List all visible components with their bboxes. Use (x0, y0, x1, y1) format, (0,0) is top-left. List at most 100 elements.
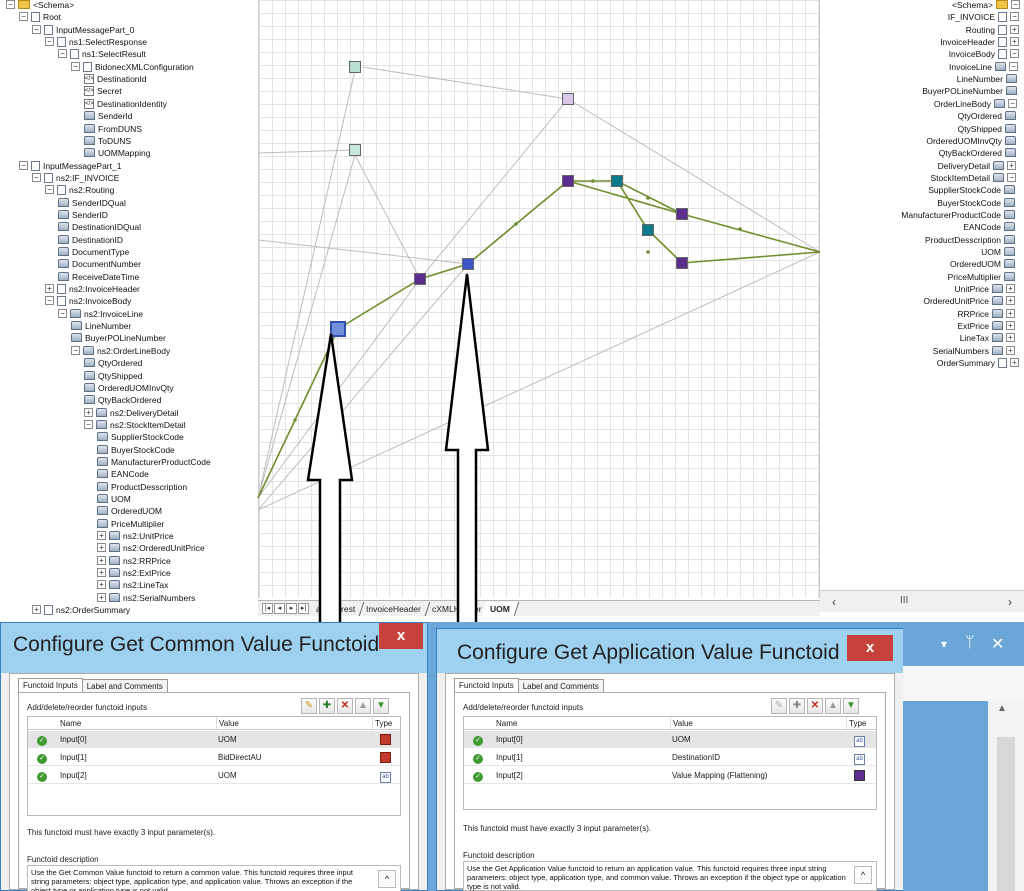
expand-icon[interactable]: + (1007, 160, 1016, 170)
table-row[interactable]: ✓ Input[0] UOM (28, 731, 400, 748)
tab-invoiceheader[interactable]: InvoiceHeader (357, 602, 431, 616)
target-node[interactable]: SerialNumbers + (933, 345, 1015, 357)
target-node[interactable]: OrderedUOM (950, 258, 1015, 270)
expand-icon[interactable]: + (1010, 37, 1019, 47)
target-node[interactable]: InvoiceLine − (949, 61, 1018, 73)
collapse-icon[interactable]: − (32, 24, 41, 34)
target-node[interactable]: BuyerPOLineNumber (922, 85, 1017, 97)
target-node[interactable]: UnitPrice + (955, 283, 1015, 295)
source-node[interactable]: + ns2:DeliveryDetail (84, 407, 179, 419)
target-node[interactable]: DeliveryDetail + (938, 160, 1016, 172)
tab-functoid-inputs[interactable]: Functoid Inputs (454, 678, 519, 693)
collapse-icon[interactable]: − (45, 37, 54, 47)
functoid-logical[interactable] (642, 224, 654, 236)
collapse-icon[interactable]: − (1011, 0, 1020, 9)
target-node[interactable]: BuyerStockCode (937, 197, 1015, 209)
tab-uom[interactable]: UOM (481, 602, 520, 616)
horizontal-scrollbar[interactable]: ‹ III › (820, 590, 1024, 612)
source-node[interactable]: − Root (19, 11, 61, 23)
source-node[interactable]: </> DestinationId (84, 73, 147, 85)
expand-icon[interactable]: + (97, 568, 106, 578)
close-button[interactable]: x (379, 623, 423, 649)
collapse-icon[interactable]: − (58, 308, 67, 318)
source-node[interactable]: ProductDesscription (97, 481, 187, 493)
collapse-icon[interactable]: − (71, 61, 80, 71)
source-node[interactable]: FromDUNS (84, 123, 142, 135)
source-node[interactable]: − ns2:StockItemDetail (84, 419, 186, 431)
source-node[interactable]: − ns2:InvoiceLine (58, 308, 143, 320)
source-node[interactable]: QtyShipped (84, 370, 142, 382)
col-value-header[interactable]: Value (216, 717, 366, 729)
scroll-up-icon[interactable]: ▲ (997, 703, 1007, 714)
edit-icon[interactable]: ✎ (771, 698, 787, 714)
functoid-value-mapping-flattening[interactable] (414, 273, 426, 285)
col-type-header[interactable]: Type (372, 717, 402, 729)
collapse-icon[interactable]: − (32, 172, 41, 182)
inputs-grid[interactable]: Name Value Type ✓ Input[0] UOM ✓ Input[1… (27, 716, 401, 816)
move-up-icon[interactable]: ▲ (825, 698, 841, 714)
source-node[interactable]: − ns2:Routing (45, 184, 114, 196)
tab-label-and-comments[interactable]: Label and Comments (517, 679, 604, 693)
destination-schema-tree[interactable]: <Schema> − IF_INVOICE − Routing + InvoiceHeade… (820, 0, 1024, 590)
source-node[interactable]: + ns2:OrderSummary (32, 604, 130, 616)
target-node[interactable]: <Schema> − (952, 0, 1020, 11)
source-node[interactable]: SenderId (84, 110, 133, 122)
source-node[interactable]: − ns2:OrderLineBody (71, 345, 170, 357)
source-node[interactable]: </> Secret (84, 85, 122, 97)
collapse-icon[interactable]: − (6, 0, 15, 9)
source-node[interactable]: OrderedUOM (97, 505, 162, 517)
source-node[interactable]: BuyerPOLineNumber (71, 332, 166, 344)
target-node[interactable]: ProductDesscription (925, 234, 1015, 246)
expand-icon[interactable]: + (1010, 24, 1019, 34)
collapse-icon[interactable]: − (19, 12, 28, 22)
target-node[interactable]: IF_INVOICE − (948, 11, 1019, 23)
tab-cxmlheader[interactable]: cXMLHeader (423, 602, 491, 616)
source-schema-tree[interactable]: − <Schema> − Root − InputMessagePart_0− ns1:Se… (0, 0, 258, 616)
source-node[interactable]: + ns2:OrderedUnitPrice (97, 542, 205, 554)
target-node[interactable]: QtyOrdered (958, 110, 1016, 122)
tab-functoid-inputs[interactable]: Functoid Inputs (18, 678, 83, 693)
functoid-equal[interactable] (349, 144, 361, 156)
collapse-icon[interactable]: − (45, 185, 54, 195)
close-icon[interactable]: ✕ (991, 634, 1004, 654)
expand-icon[interactable]: + (1006, 321, 1015, 331)
collapse-icon[interactable]: − (71, 345, 80, 355)
inputs-grid[interactable]: Name Value Type ✓ Input[0] UOM ab ✓ Inpu… (463, 716, 877, 810)
col-name-header[interactable]: Name (496, 717, 666, 729)
expand-icon[interactable]: + (1006, 284, 1015, 294)
collapse-icon[interactable]: − (19, 160, 28, 170)
source-node[interactable]: ReceiveDateTime (58, 271, 139, 283)
collapse-icon[interactable]: − (1010, 49, 1019, 59)
input-value[interactable]: DestinationID (672, 749, 842, 765)
expand-icon[interactable]: + (1006, 333, 1015, 343)
source-node[interactable]: − ns2:IF_INVOICE (32, 172, 119, 184)
source-node[interactable]: QtyOrdered (84, 357, 142, 369)
source-node[interactable]: SupplierStockCode (97, 431, 184, 443)
expand-icon[interactable]: + (97, 592, 106, 602)
expand-icon[interactable]: + (97, 580, 106, 590)
scroll-thumb[interactable] (997, 737, 1015, 891)
target-node[interactable]: SupplierStockCode (928, 184, 1015, 196)
source-node[interactable]: DocumentNumber (58, 258, 141, 270)
target-node[interactable]: OrderedUnitPrice + (923, 295, 1015, 307)
target-node[interactable]: QtyShipped (958, 123, 1016, 135)
source-node[interactable]: UOMMapping (84, 147, 150, 159)
expand-icon[interactable]: + (1006, 308, 1015, 318)
expand-icon[interactable]: + (97, 531, 106, 541)
source-node[interactable]: EANCode (97, 468, 149, 480)
target-node[interactable]: ExtPrice + (957, 320, 1015, 332)
functoid-cumulative[interactable] (349, 61, 361, 73)
target-node[interactable]: ManufacturerProductCode (901, 209, 1015, 221)
input-value[interactable]: BidDirectAU (218, 749, 368, 765)
expand-icon[interactable]: + (1006, 296, 1015, 306)
target-node[interactable]: LineTax + (960, 332, 1015, 344)
functoid-get-application-value[interactable] (462, 258, 474, 270)
description-box[interactable]: Use the Get Application Value functoid t… (463, 861, 877, 891)
functoid-string[interactable] (611, 175, 623, 187)
add-input-icon[interactable]: ✚ (319, 698, 335, 714)
add-input-icon[interactable]: ✚ (789, 698, 805, 714)
target-node[interactable]: OrderSummary + (937, 357, 1019, 369)
functoid-scripting-top[interactable] (562, 93, 574, 105)
source-node[interactable]: − InputMessagePart_1 (19, 160, 121, 172)
input-value[interactable]: UOM (218, 731, 368, 747)
